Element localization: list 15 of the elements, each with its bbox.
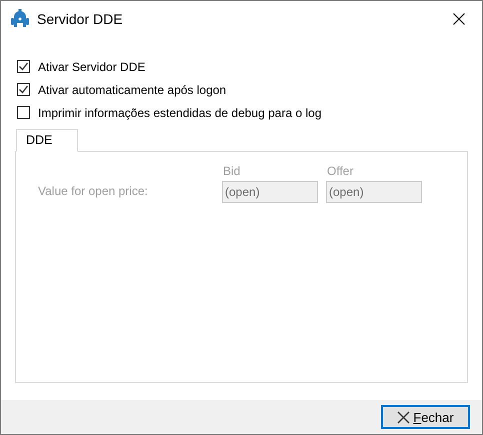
checkbox[interactable]: [17, 60, 30, 73]
field-label: Value for open price:: [37, 184, 149, 198]
checkbox-label[interactable]: Ativar automaticamente após logon: [38, 82, 226, 96]
app-icon: [11, 9, 29, 29]
checkbox-label[interactable]: Ativar Servidor DDE: [38, 60, 146, 74]
close-icon: [397, 410, 410, 424]
checkbox[interactable]: [17, 83, 30, 96]
window-title: Servidor DDE: [37, 11, 124, 27]
close-button[interactable]: Fechar: [381, 405, 470, 429]
tab[interactable]: DDE: [16, 129, 78, 152]
close-icon: [453, 13, 465, 25]
column-heading: Offer: [326, 164, 354, 178]
column-heading: Bid: [222, 164, 240, 178]
checkbox[interactable]: [17, 106, 30, 119]
checkbox-label[interactable]: Imprimir informações estendidas de debug para o log: [38, 106, 322, 120]
